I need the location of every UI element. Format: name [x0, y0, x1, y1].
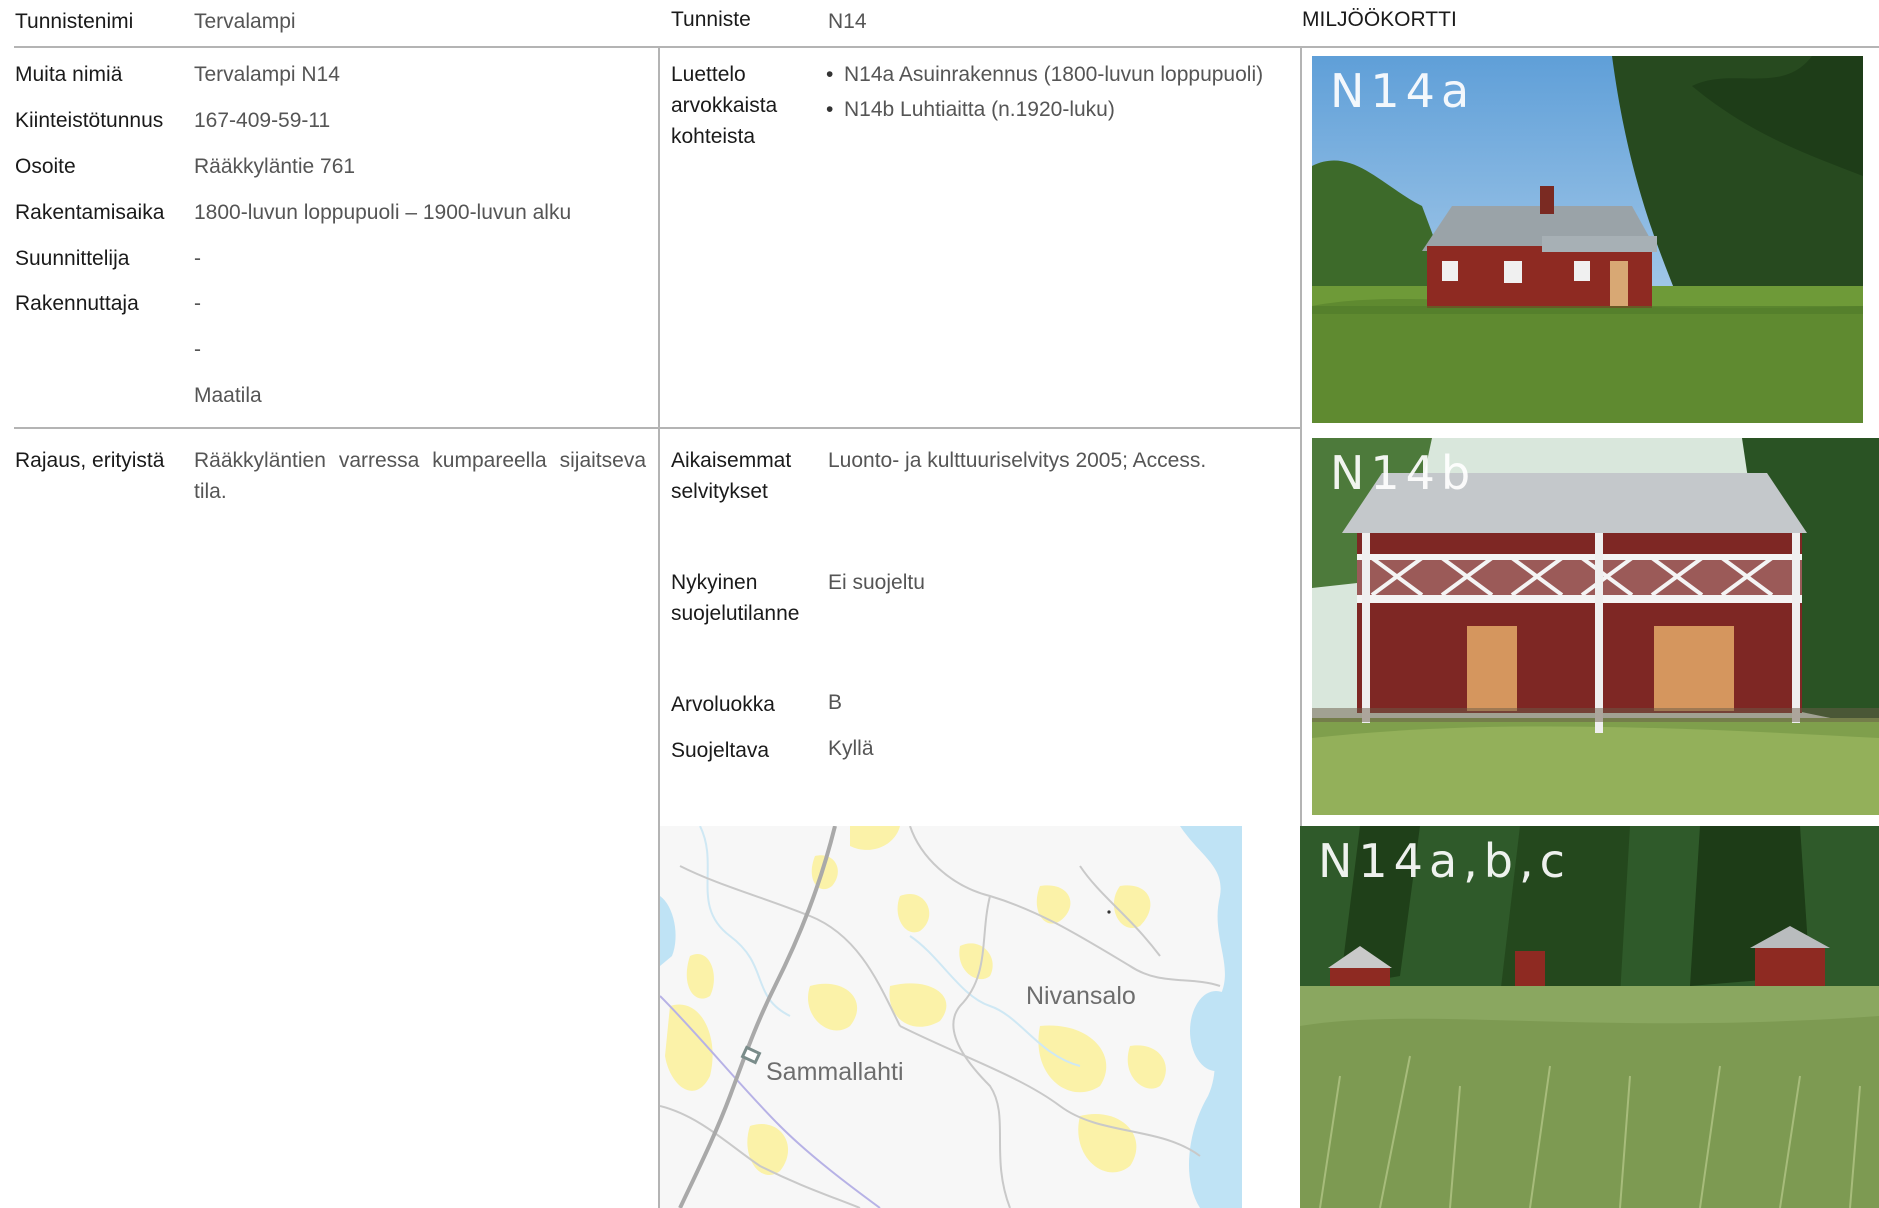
- tunniste-value: N14: [828, 10, 867, 33]
- photo-label-n14b: N14b: [1330, 446, 1477, 500]
- aikaisemmat-label: Aikaisemmat selvitykset: [671, 449, 792, 503]
- suojeltava-label: Suojeltava: [671, 739, 770, 762]
- suojeltava-value: Kyllä: [828, 737, 874, 760]
- extra-value-1: -: [194, 338, 201, 361]
- list-item: N14b Luhtiaitta (n.1920-luku): [826, 92, 1286, 127]
- arvoluokka-label: Arvoluokka: [671, 693, 775, 716]
- list-item: N14a Asuinrakennus (1800-luvun loppupuol…: [826, 57, 1286, 92]
- suunnittelija-label: Suunnittelija: [15, 247, 130, 270]
- photo-n14abc: N14a,b,c: [1300, 826, 1879, 1208]
- tunnistenimi-value: Tervalampi: [194, 10, 296, 33]
- aikaisemmat-value: Luonto- ja kulttuuriselvitys 2005; Acces…: [828, 449, 1207, 472]
- tunniste-label: Tunniste: [671, 8, 751, 31]
- nykyinen-value: Ei suojeltu: [828, 571, 925, 594]
- objects-label: Luettelo arvokkaista kohteista: [671, 63, 778, 148]
- suunnittelija-value: -: [194, 247, 201, 270]
- rakennuttaja-value: -: [194, 292, 201, 315]
- tunnistenimi-label: Tunnistenimi: [15, 10, 134, 33]
- card-title: MILJÖÖKORTTI: [1302, 8, 1457, 31]
- rakennuttaja-label: Rakennuttaja: [15, 292, 139, 315]
- arvoluokka-value: B: [828, 691, 843, 714]
- photo-label-n14a: N14a: [1330, 64, 1476, 118]
- rakentamisaika-value: 1800-luvun loppupuoli – 1900-luvun alku: [194, 201, 572, 224]
- kiinteistotunnus-value: 167-409-59-11: [194, 109, 331, 132]
- extra-value-2: Maatila: [194, 384, 262, 407]
- muita-nimia-label: Muita nimiä: [15, 63, 123, 86]
- rajaus-label: Rajaus, erityistä: [15, 449, 165, 472]
- section-divider: [14, 427, 1301, 429]
- photo-label-n14abc: N14a,b,c: [1318, 834, 1571, 888]
- osoite-value: Rääkkyläntie 761: [194, 155, 356, 178]
- photo-n14b: N14b: [1312, 438, 1879, 815]
- rakentamisaika-label: Rakentamisaika: [15, 201, 165, 224]
- objects-list: N14a Asuinrakennus (1800-luvun loppupuol…: [826, 57, 1286, 127]
- muita-nimia-value: Tervalampi N14: [194, 63, 340, 86]
- nykyinen-label: Nykyinen suojelutilanne: [671, 571, 800, 625]
- map-label-sammallahti: Sammallahti: [766, 1058, 904, 1086]
- osoite-label: Osoite: [15, 155, 76, 178]
- map-label-nivansalo: Nivansalo: [1026, 982, 1136, 1010]
- kiinteistotunnus-label: Kiinteistötunnus: [15, 109, 164, 132]
- header-divider: [14, 46, 1879, 48]
- location-map: Nivansalo Sammallahti: [660, 826, 1242, 1208]
- column-divider-right: [1300, 47, 1302, 827]
- photo-n14a: N14a: [1312, 56, 1863, 423]
- map-graphic: Nivansalo Sammallahti: [660, 826, 1242, 1208]
- rajaus-value: Rääkkyläntien varressa kumpareella sijai…: [194, 449, 646, 503]
